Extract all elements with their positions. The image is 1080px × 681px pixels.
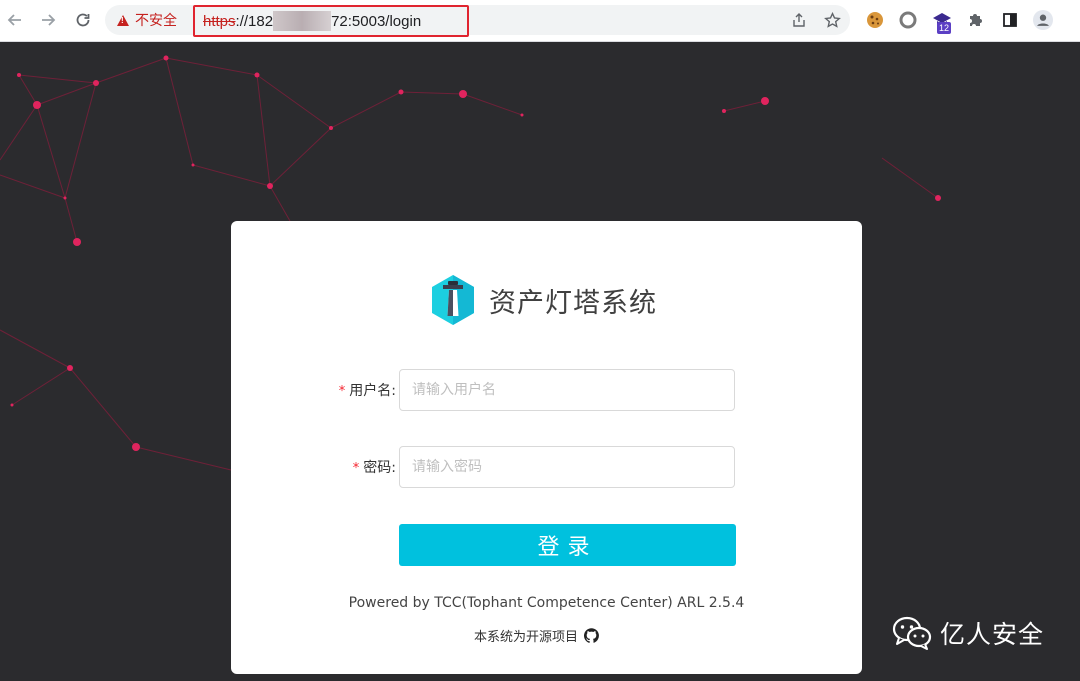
password-input[interactable] [399,446,735,488]
url-host-suffix: 72:5003/login [331,13,422,30]
url-separator: :// [235,13,249,30]
password-row: * 密码: [231,446,862,488]
url-scheme: https [203,13,236,30]
url-host-prefix: 182 [248,13,274,30]
star-icon[interactable] [822,10,842,30]
share-icon[interactable] [789,10,809,30]
brand-header: 资产灯塔系统 [429,273,657,327]
lighthouse-logo-icon [432,275,474,325]
back-arrow-icon[interactable] [3,8,27,32]
password-label: * 密码: [353,457,396,477]
security-label: 不安全 [135,13,177,29]
cookie-extension-icon[interactable] [865,10,885,30]
profile-icon[interactable] [1033,10,1053,30]
security-indicator[interactable]: 不安全 [117,5,177,35]
login-button[interactable]: 登录 [399,524,736,566]
open-source-text: 本系统为开源项目 [474,630,579,645]
wechat-icon [892,616,932,650]
side-panel-icon[interactable] [1000,10,1020,30]
warning-icon [117,14,129,26]
url-text[interactable]: https://182 72:5003/login [203,11,421,31]
login-card: 资产灯塔系统 *用户名: *密码: 登录 Powered by TCC(Toph… [231,221,862,674]
browser-toolbar: 不安全 https://182 72:5003/login 12 [0,0,1080,42]
page-title: 资产灯塔系统 [489,287,657,319]
address-bar[interactable]: 不安全 https://182 72:5003/login [105,5,850,37]
password-label-text: 密码: [363,460,396,476]
powered-by-text: Powered by TCC(Tophant Competence Center… [348,595,745,611]
github-icon[interactable] [584,628,599,643]
url-redaction [273,11,332,31]
required-mark: * [352,461,360,476]
reload-icon[interactable] [71,8,95,32]
forward-arrow-icon[interactable] [36,8,60,32]
extension-badge: 12 [937,22,952,34]
watermark: 亿人安全 [892,615,1044,651]
username-row: * 用户名: [231,369,862,411]
required-mark: * [338,384,346,399]
username-label-text: 用户名: [349,383,396,399]
puzzle-icon[interactable] [965,10,985,30]
watermark-text: 亿人安全 [940,620,1045,649]
circle-extension-icon[interactable] [898,10,918,30]
open-source-note: 本系统为开源项目 [474,626,599,645]
username-input[interactable] [399,369,735,411]
username-label: * 用户名: [339,380,396,400]
